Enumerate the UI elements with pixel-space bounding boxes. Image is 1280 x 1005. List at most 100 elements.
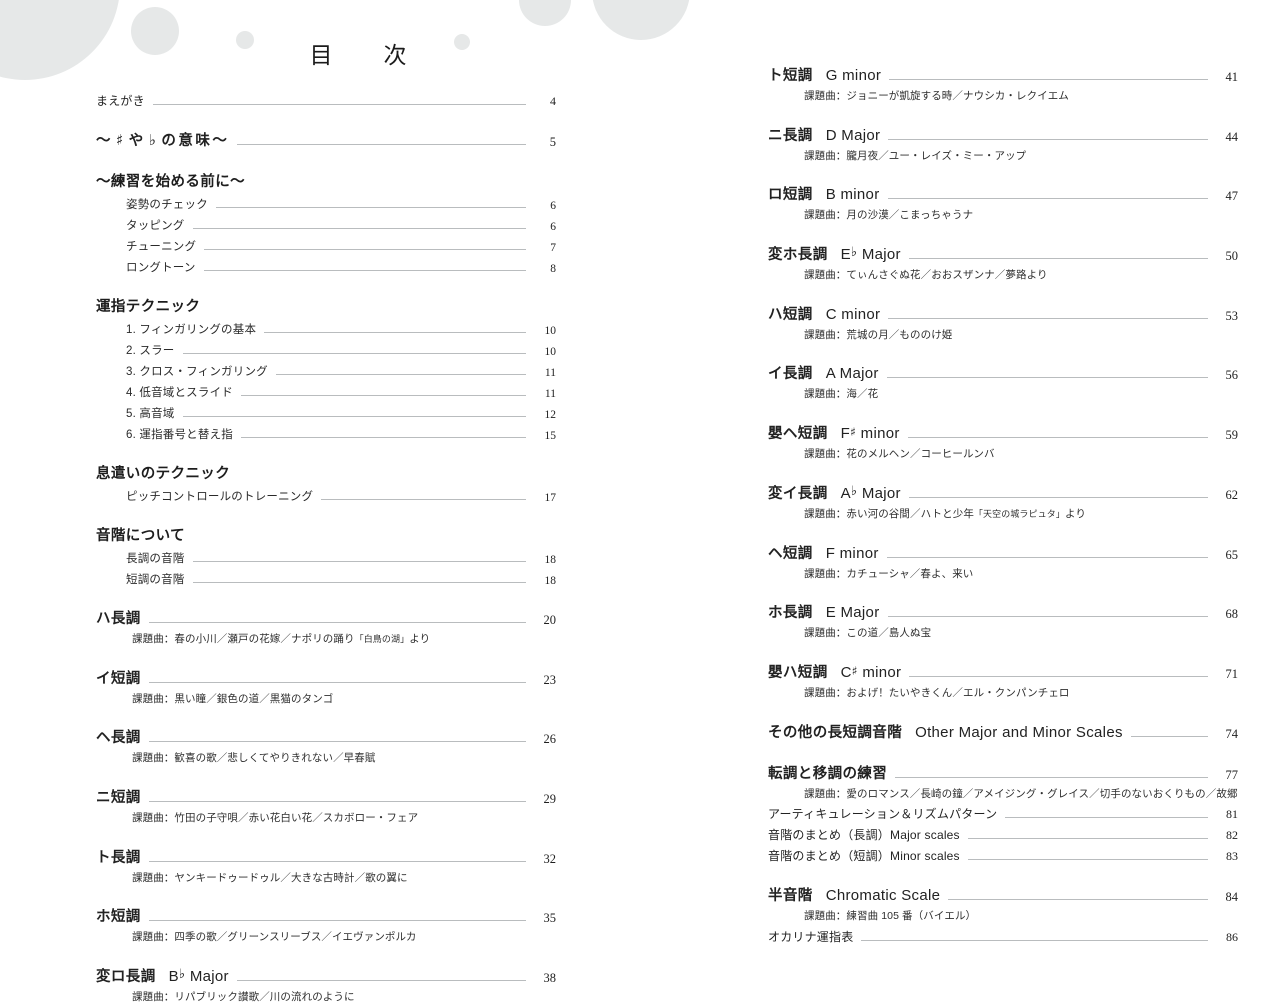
toc-sub-entry[interactable]: 姿勢のチェック 6 — [96, 196, 556, 212]
toc-key-entry[interactable]: ヘ短調 F minor 65 — [768, 542, 1238, 563]
song-source-title: 「天空の城ラピュタ」 — [973, 508, 1065, 519]
toc-sub-entry[interactable]: チューニング 7 — [96, 238, 556, 254]
toc-entry-label: 嬰ヘ短調 F♯ minor — [768, 425, 900, 443]
toc-key-entry[interactable]: ロ短調 B minor 47 — [768, 183, 1238, 204]
toc-key-entry[interactable]: 嬰ハ短調 C♯ minor 71 — [768, 661, 1238, 682]
toc-entry[interactable]: アーティキュレーション＆リズムパターン 81 — [768, 805, 1238, 822]
toc-sub-entry[interactable]: 4. 低音域とスライド 11 — [96, 384, 556, 400]
page-number: 10 — [544, 346, 557, 358]
page-number: 7 — [550, 242, 556, 254]
leader-line — [967, 859, 1208, 861]
toc-sub-entry[interactable]: ロングトーン 8 — [96, 259, 556, 275]
page-number: 77 — [1225, 767, 1239, 782]
assigned-songs: 課題曲：朧月夜／ユー・レイズ・ミー・アップ — [804, 149, 1027, 162]
assigned-songs: 課題曲：黒い瞳／銀色の道／黒猫のタンゴ — [132, 692, 334, 705]
toc-entry-label: 1. フィンガリングの基本 — [126, 324, 257, 336]
toc-key-entry[interactable]: 変イ長調 A♭ Major 62 — [768, 482, 1238, 503]
toc-sub-entry[interactable]: ピッチコントロールのトレーニング 17 — [96, 488, 556, 504]
toc-entry[interactable]: 音階のまとめ（長調）Major scales 82 — [768, 826, 1238, 843]
leader-line — [203, 270, 526, 271]
assigned-songs: 課題曲：花のメルヘン／コーヒールンバ — [804, 448, 995, 461]
toc-sub-entry[interactable]: 2. スラー 10 — [96, 342, 556, 358]
toc-entry-label: ロングトーン — [126, 262, 196, 274]
toc-entry-label: 3. クロス・フィンガリング — [126, 366, 268, 378]
assigned-songs: 課題曲：月の沙漠／こまっちゃうナ — [804, 209, 974, 222]
toc-entry-label: ホ長調 E Major — [768, 604, 880, 622]
right-page: ト短調 G minor 41 課題曲：ジョニーが凱旋する時／ナウシカ・レクイエム ニ長調… — [660, 0, 1280, 944]
toc-key-entry[interactable]: ニ短調 29 — [96, 786, 556, 807]
toc-sub-entry[interactable]: 5. 高音域 12 — [96, 405, 556, 421]
toc-sub-entry[interactable]: 1. フィンガリングの基本 10 — [96, 321, 556, 337]
toc-entry[interactable]: まえがき 4 — [96, 92, 556, 109]
toc-key-entry[interactable]: その他の長短調音階 Other Major and Minor Scales 74 — [768, 721, 1238, 742]
assigned-songs: 課題曲：ヤンキードゥードゥル／大きな古時計／歌の翼に — [132, 871, 408, 884]
toc-key-entry[interactable]: 変ホ長調 E♭ Major 50 — [768, 243, 1238, 264]
toc-key-entry[interactable]: ホ短調 35 — [96, 905, 556, 926]
toc-entry-label: オカリナ運指表 — [768, 929, 854, 944]
toc-sub-entry[interactable]: タッピング 6 — [96, 217, 556, 233]
leader-line — [241, 437, 526, 438]
page-number: 82 — [1226, 828, 1238, 843]
page-number: 23 — [543, 672, 557, 687]
toc-key-entry[interactable]: ニ長調 D Major 44 — [768, 124, 1238, 145]
toc-group-heading[interactable]: 〜練習を始める前に〜 — [96, 170, 556, 191]
leader-line — [148, 860, 526, 862]
toc-sub-entry[interactable]: 長調の音階 18 — [96, 550, 556, 566]
page-number: 15 — [544, 430, 557, 442]
page-number: 8 — [550, 263, 556, 275]
toc-entry-label: 半音階 Chromatic Scale — [768, 887, 941, 905]
page-number: 11 — [544, 388, 556, 400]
page-number: 83 — [1226, 849, 1238, 864]
toc-entry-label: 変イ長調 A♭ Major — [768, 483, 901, 502]
key-name-english: Other Major and Minor Scales — [915, 723, 1123, 741]
toc-sub-entry[interactable]: 6. 運指番号と替え指 15 — [96, 426, 556, 442]
key-name-english: A♭ Major — [840, 483, 901, 502]
page-number: 18 — [544, 554, 557, 566]
assigned-songs: 課題曲：竹田の子守唄／赤い花白い花／スカボロー・フェア — [132, 812, 419, 825]
flat-symbol: ♭ — [178, 967, 186, 983]
key-name-english: Chromatic Scale — [825, 887, 941, 905]
toc-entry[interactable]: 〜 ♯ や ♭ の意味〜 5 — [96, 129, 556, 150]
toc-group-heading[interactable]: 音階について — [96, 524, 556, 545]
toc-entry[interactable]: オカリナ運指表 86 — [768, 928, 1238, 945]
toc-key-entry[interactable]: 嬰ヘ短調 F♯ minor 59 — [768, 422, 1238, 443]
toc-key-entry[interactable]: ホ長調 E Major 68 — [768, 601, 1238, 622]
toc-entry-label: ト短調 G minor — [768, 67, 882, 84]
page-number: 4 — [550, 94, 556, 108]
key-name-english: C minor — [825, 305, 881, 323]
key-name-english: A Major — [825, 365, 879, 383]
toc-entry-label: ヘ短調 F minor — [768, 544, 879, 562]
toc-key-entry[interactable]: 転調と移調の練習 77 — [768, 762, 1238, 783]
toc-key-entry[interactable]: イ短調 23 — [96, 667, 556, 688]
key-name-english: E♭ Major — [840, 245, 901, 264]
page-number: 35 — [543, 911, 557, 926]
assigned-songs: 課題曲：四季の歌／グリーンスリーブス／イエヴァンポルカ — [132, 931, 417, 944]
toc-sub-entry[interactable]: 短調の音階 18 — [96, 571, 556, 587]
assigned-songs: 課題曲：てぃんさぐぬ花／おおスザンナ／夢路より — [804, 269, 1048, 282]
page-number: 5 — [549, 135, 556, 149]
leader-line — [152, 104, 526, 105]
leader-line — [1130, 735, 1208, 737]
toc-group-heading[interactable]: 息遣いのテクニック — [96, 462, 556, 483]
leader-line — [148, 801, 526, 803]
assigned-songs: 課題曲：この道／島人ぬ宝 — [804, 627, 932, 640]
toc-key-entry[interactable]: イ長調 A Major 56 — [768, 362, 1238, 383]
toc-key-entry[interactable]: 変ロ長調 B♭ Major 38 — [96, 965, 556, 986]
toc-key-entry[interactable]: ヘ長調 26 — [96, 726, 556, 747]
toc-key-entry[interactable]: ト短調 G minor 41 — [768, 64, 1238, 85]
leader-line — [148, 920, 526, 922]
toc-group-heading[interactable]: 運指テクニック — [96, 295, 556, 316]
toc-entry[interactable]: 音階のまとめ（短調）Minor scales 83 — [768, 847, 1238, 864]
toc-sub-entry[interactable]: 3. クロス・フィンガリング 11 — [96, 363, 556, 379]
leader-line — [888, 138, 1208, 140]
toc-key-entry[interactable]: ハ短調 C minor 53 — [768, 303, 1238, 324]
leader-line — [887, 198, 1208, 200]
page-number: 29 — [543, 792, 557, 807]
toc-entry-label: 変ロ長調 B♭ Major — [96, 967, 229, 986]
assigned-songs: 課題曲：リパブリック讃歌／川の流れのように — [132, 991, 355, 1004]
toc-key-entry[interactable]: 半音階 Chromatic Scale 84 — [768, 884, 1238, 905]
leader-line — [967, 838, 1208, 840]
toc-entry-label: 変ホ長調 E♭ Major — [768, 245, 901, 264]
toc-key-entry[interactable]: ハ長調 20 — [96, 607, 556, 628]
toc-key-entry[interactable]: ト長調 32 — [96, 846, 556, 867]
